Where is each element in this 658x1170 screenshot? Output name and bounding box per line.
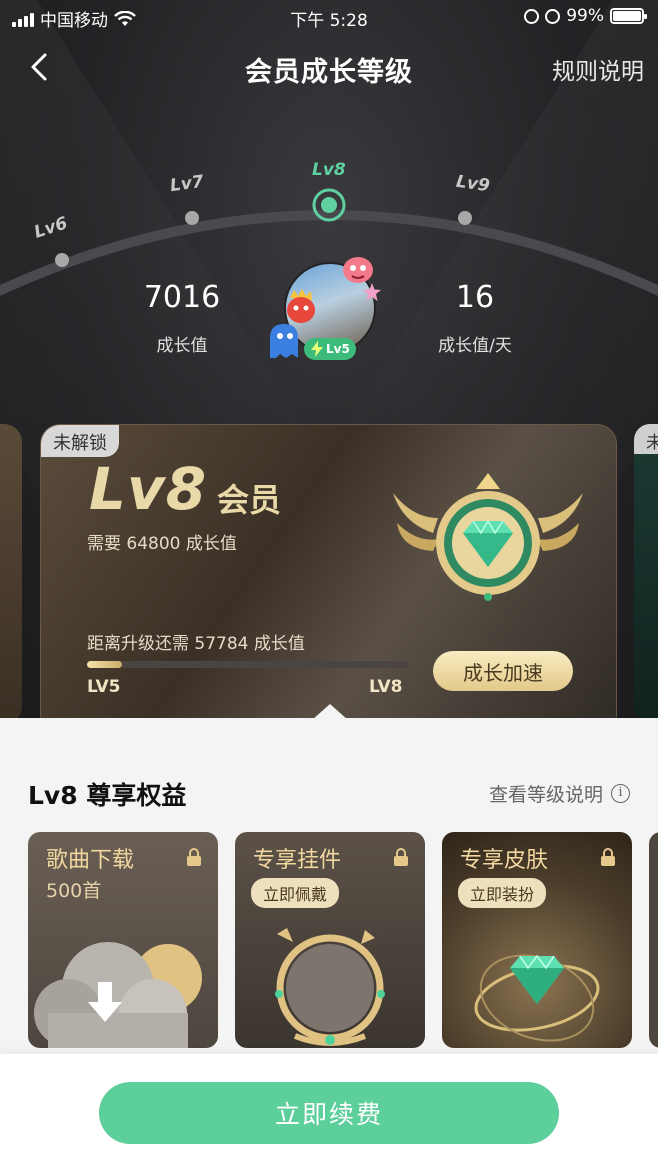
- benefit-card-more[interactable]: [649, 832, 658, 1048]
- lightning-icon: [311, 341, 323, 357]
- renew-button[interactable]: 立即续费: [99, 1082, 559, 1144]
- upgrade-distance: 距离升级还需 57784 成长值: [87, 634, 305, 654]
- next-card-tag: 未: [634, 424, 658, 454]
- card-member-label: 会员: [217, 481, 282, 519]
- avatar-group[interactable]: Lv5: [266, 248, 386, 368]
- dress-up-pill[interactable]: 立即装扮: [458, 878, 547, 908]
- cloud-download-icon: [34, 942, 202, 1048]
- growth-value: 7016: [143, 280, 221, 315]
- diamond-emblem-icon: [393, 473, 583, 601]
- benefit-title: 专享皮肤: [460, 848, 549, 873]
- diamond-ring-icon: [474, 954, 600, 1042]
- level-label-lv8: Lv8: [312, 160, 346, 180]
- benefit-card-download[interactable]: 歌曲下载 500首: [28, 832, 218, 1048]
- pendant-frame-icon: [275, 928, 385, 1046]
- daily-value: 16: [455, 280, 495, 315]
- benefits-title: Lv8 尊享权益: [28, 781, 187, 810]
- mascot-blue-icon: [270, 324, 298, 358]
- mascot-red-icon: [287, 289, 315, 323]
- level-node-lv8[interactable]: [321, 197, 337, 213]
- benefit-card-pendant[interactable]: 专享挂件 立即佩戴: [235, 832, 425, 1048]
- level-progress-fill: [87, 661, 123, 668]
- info-icon: i: [611, 784, 630, 803]
- progress-from-level: LV5: [87, 677, 121, 697]
- benefit-title: 专享挂件: [253, 848, 342, 873]
- growth-label: 成长值: [156, 336, 208, 356]
- level-node-lv7[interactable]: [185, 211, 199, 225]
- card-requirement: 需要 64800 成长值: [87, 534, 237, 554]
- next-level-card[interactable]: 未: [634, 424, 658, 720]
- benefit-title: 歌曲下载: [46, 848, 135, 873]
- benefit-sub: 500首: [46, 880, 102, 902]
- level-node-lv9[interactable]: [458, 211, 472, 225]
- daily-label: 成长值/天: [438, 336, 512, 356]
- lock-icon: [187, 848, 201, 866]
- daily-stat: 16 成长值/天: [400, 280, 550, 356]
- header-section: 中国移动 下午 5:28 99% 会员成长等级 规则说明 Lv6 Lv7 Lv8…: [0, 0, 658, 720]
- level-progress-bar: [87, 661, 409, 668]
- benefits-section: Lv8 尊享权益 查看等级说明 i 歌曲下载 500首 专享挂件 立即佩戴 专享…: [0, 718, 658, 1058]
- user-level-badge: Lv5: [304, 338, 356, 360]
- star-icon: [363, 283, 381, 301]
- prev-level-card[interactable]: [0, 424, 22, 720]
- lock-icon: [601, 848, 615, 866]
- user-level-text: Lv5: [326, 342, 350, 356]
- level-info-link[interactable]: 查看等级说明 i: [489, 780, 630, 807]
- locked-tag: 未解锁: [41, 425, 119, 457]
- lock-icon: [394, 848, 408, 866]
- benefit-card-skin[interactable]: 专享皮肤 立即装扮: [442, 832, 632, 1048]
- growth-boost-button[interactable]: 成长加速: [433, 651, 573, 691]
- level-info-text: 查看等级说明: [488, 784, 603, 806]
- level-card[interactable]: 未解锁 Lv8 会员 需要 64800 成长值 距离升级还需 57784 成长值…: [40, 424, 617, 720]
- footer-bar: 立即续费: [0, 1054, 658, 1170]
- growth-stat: 7016 成长值: [107, 280, 257, 356]
- wear-now-pill[interactable]: 立即佩戴: [251, 878, 340, 908]
- progress-to-level: LV8: [369, 677, 403, 697]
- card-level: Lv8: [89, 455, 208, 523]
- level-node-lv6[interactable]: [55, 253, 69, 267]
